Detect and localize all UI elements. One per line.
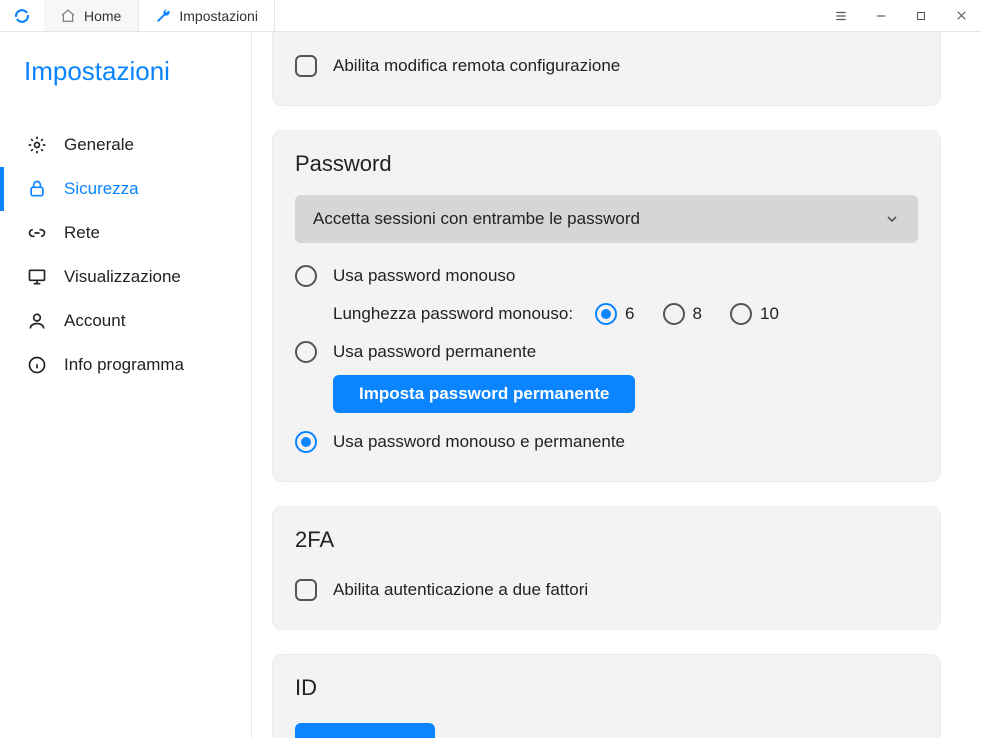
dropdown-value: Accetta sessioni con entrambe le passwor… [313, 209, 640, 229]
sidebar-item-label: Visualizzazione [64, 267, 181, 287]
sidebar-item-label: Rete [64, 223, 100, 243]
length-option-6[interactable]: 6 [595, 303, 634, 325]
radio-icon [663, 303, 685, 325]
sidebar: Impostazioni Generale Sicurezza Rete Vis… [0, 32, 252, 738]
chevron-down-icon [884, 211, 900, 227]
panel-title: Password [295, 151, 918, 177]
panel-password: Password Accetta sessioni con entrambe l… [272, 130, 941, 482]
tab-home-label: Home [84, 8, 121, 24]
radio-icon [595, 303, 617, 325]
minimize-button[interactable] [861, 0, 901, 31]
sidebar-item-label: Info programma [64, 355, 184, 375]
length-value: 10 [760, 304, 779, 324]
sidebar-item-account[interactable]: Account [0, 299, 251, 343]
radio-both[interactable]: Usa password monouso e permanente [295, 423, 918, 461]
content-area: Abilita modifica remota configurazione P… [252, 32, 981, 738]
sidebar-item-security[interactable]: Sicurezza [0, 167, 251, 211]
radio-permanent[interactable]: Usa password permanente [295, 333, 918, 371]
checkbox-icon [295, 579, 317, 601]
checkbox-icon [295, 55, 317, 77]
tab-home[interactable]: Home [44, 0, 138, 31]
gear-icon [26, 135, 48, 155]
checkbox-remote-config[interactable]: Abilita modifica remota configurazione [295, 47, 918, 85]
sidebar-item-general[interactable]: Generale [0, 123, 251, 167]
panel-title: ID [295, 675, 918, 701]
checkbox-label: Abilita autenticazione a due fattori [333, 580, 588, 600]
panel-2fa: 2FA Abilita autenticazione a due fattori [272, 506, 941, 630]
onetime-length-row: Lunghezza password monouso: 6 8 10 [295, 295, 918, 333]
sidebar-item-display[interactable]: Visualizzazione [0, 255, 251, 299]
set-permanent-password-button[interactable]: Imposta password permanente [333, 375, 635, 413]
tab-settings[interactable]: Impostazioni [138, 0, 275, 31]
radio-label: Usa password permanente [333, 342, 536, 362]
checkbox-label: Abilita modifica remota configurazione [333, 56, 620, 76]
home-icon [60, 8, 76, 24]
id-action-button[interactable] [295, 723, 435, 738]
length-option-8[interactable]: 8 [663, 303, 702, 325]
maximize-button[interactable] [901, 0, 941, 31]
user-icon [26, 311, 48, 331]
length-option-10[interactable]: 10 [730, 303, 779, 325]
close-button[interactable] [941, 0, 981, 31]
monitor-icon [26, 267, 48, 287]
radio-onetime[interactable]: Usa password monouso [295, 257, 918, 295]
radio-icon [295, 341, 317, 363]
panel-permissions: Abilita modifica remota configurazione [272, 32, 941, 106]
radio-label: Usa password monouso [333, 266, 515, 286]
radio-icon [295, 431, 317, 453]
length-value: 8 [693, 304, 702, 324]
page-title: Impostazioni [0, 50, 251, 123]
sidebar-item-label: Sicurezza [64, 179, 139, 199]
title-bar: Home Impostazioni [0, 0, 981, 32]
info-icon [26, 355, 48, 375]
sidebar-item-label: Generale [64, 135, 134, 155]
radio-icon [730, 303, 752, 325]
panel-id: ID [272, 654, 941, 738]
lock-icon [26, 179, 48, 199]
link-icon [26, 223, 48, 243]
app-logo [0, 0, 44, 31]
radio-icon [295, 265, 317, 287]
menu-button[interactable] [821, 0, 861, 31]
length-label: Lunghezza password monouso: [333, 304, 573, 324]
radio-label: Usa password monouso e permanente [333, 432, 625, 452]
panel-title: 2FA [295, 527, 918, 553]
sidebar-item-network[interactable]: Rete [0, 211, 251, 255]
wrench-icon [155, 8, 171, 24]
sidebar-item-label: Account [64, 311, 125, 331]
checkbox-enable-2fa[interactable]: Abilita autenticazione a due fattori [295, 571, 918, 609]
sidebar-item-about[interactable]: Info programma [0, 343, 251, 387]
length-value: 6 [625, 304, 634, 324]
password-policy-dropdown[interactable]: Accetta sessioni con entrambe le passwor… [295, 195, 918, 243]
tab-settings-label: Impostazioni [179, 8, 258, 24]
